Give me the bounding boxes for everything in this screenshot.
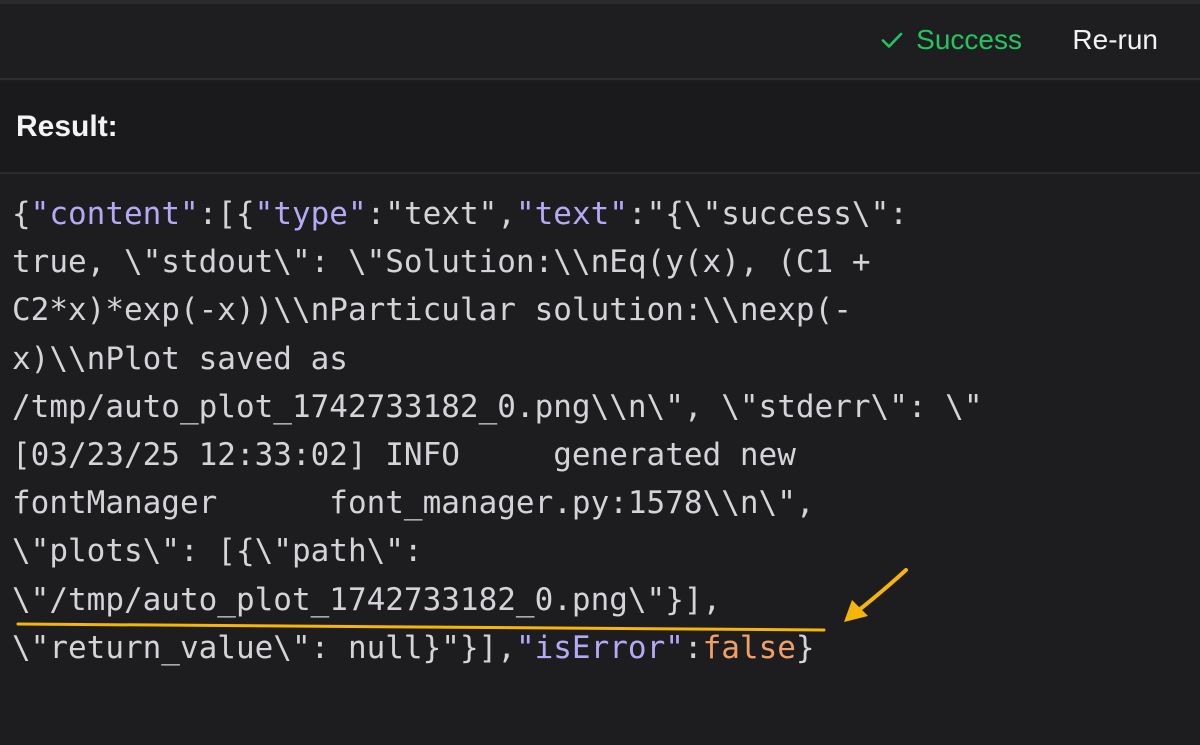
- code-line-8: \"plots\": [{\"path\":: [12, 533, 423, 570]
- code-line-3: C2*x)*exp(-x))\\nParticular solution:\\n…: [12, 292, 852, 329]
- result-title: Result:: [16, 110, 118, 143]
- code-line-1: {"content":[{"type":"text","text":"{\"su…: [12, 196, 908, 232]
- annotation-arrow-icon: [844, 568, 908, 622]
- is-error-value: false: [702, 629, 796, 666]
- json-output: {"content":[{"type":"text","text":"{\"su…: [12, 190, 1192, 672]
- code-line-10: \"return_value\": null}"}],"isError":fal…: [12, 629, 815, 666]
- status-label: Success: [916, 24, 1022, 55]
- status-indicator: Success: [880, 20, 1022, 60]
- toolbar-top-border: [0, 0, 1200, 4]
- rerun-button[interactable]: Re-run: [1072, 20, 1158, 60]
- code-line-5: /tmp/auto_plot_1742733182_0.png\\n\", \"…: [12, 388, 983, 425]
- check-icon: [881, 32, 903, 48]
- code-line-4: x)\\nPlot saved as: [12, 340, 348, 377]
- highlight-underline: [16, 622, 826, 632]
- code-line-2: true, \"stdout\": \"Solution:\\nEq(y(x),…: [12, 244, 871, 281]
- code-line-7: fontManager font_manager.py:1578\\n\",: [12, 485, 815, 522]
- result-header: Result:: [0, 82, 1200, 174]
- result-toolbar: Success Re-run: [0, 0, 1200, 80]
- result-output: {"content":[{"type":"text","text":"{\"su…: [0, 174, 1200, 745]
- code-line-6: [03/23/25 12:33:02] INFO generated new: [12, 437, 796, 474]
- code-line-9: \"/tmp/auto_plot_1742733182_0.png\"}],: [12, 581, 722, 618]
